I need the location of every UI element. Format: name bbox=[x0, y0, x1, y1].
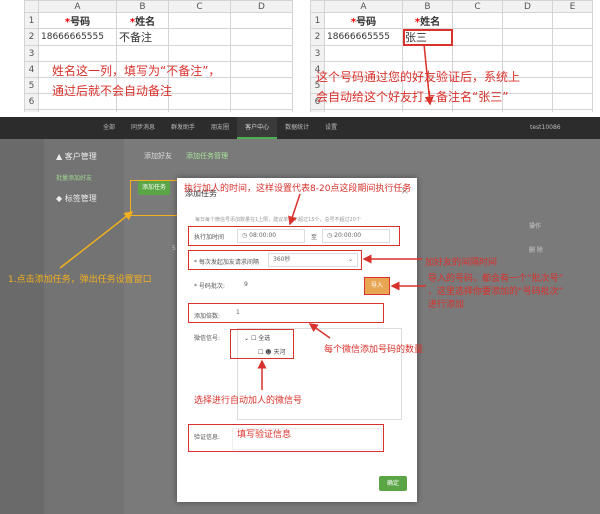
arrow-add-task bbox=[59, 211, 134, 269]
arrow-count bbox=[308, 323, 331, 339]
arrow-time bbox=[288, 193, 301, 226]
annotation-arrows bbox=[59, 43, 434, 390]
arrow-sheet bbox=[423, 43, 434, 106]
